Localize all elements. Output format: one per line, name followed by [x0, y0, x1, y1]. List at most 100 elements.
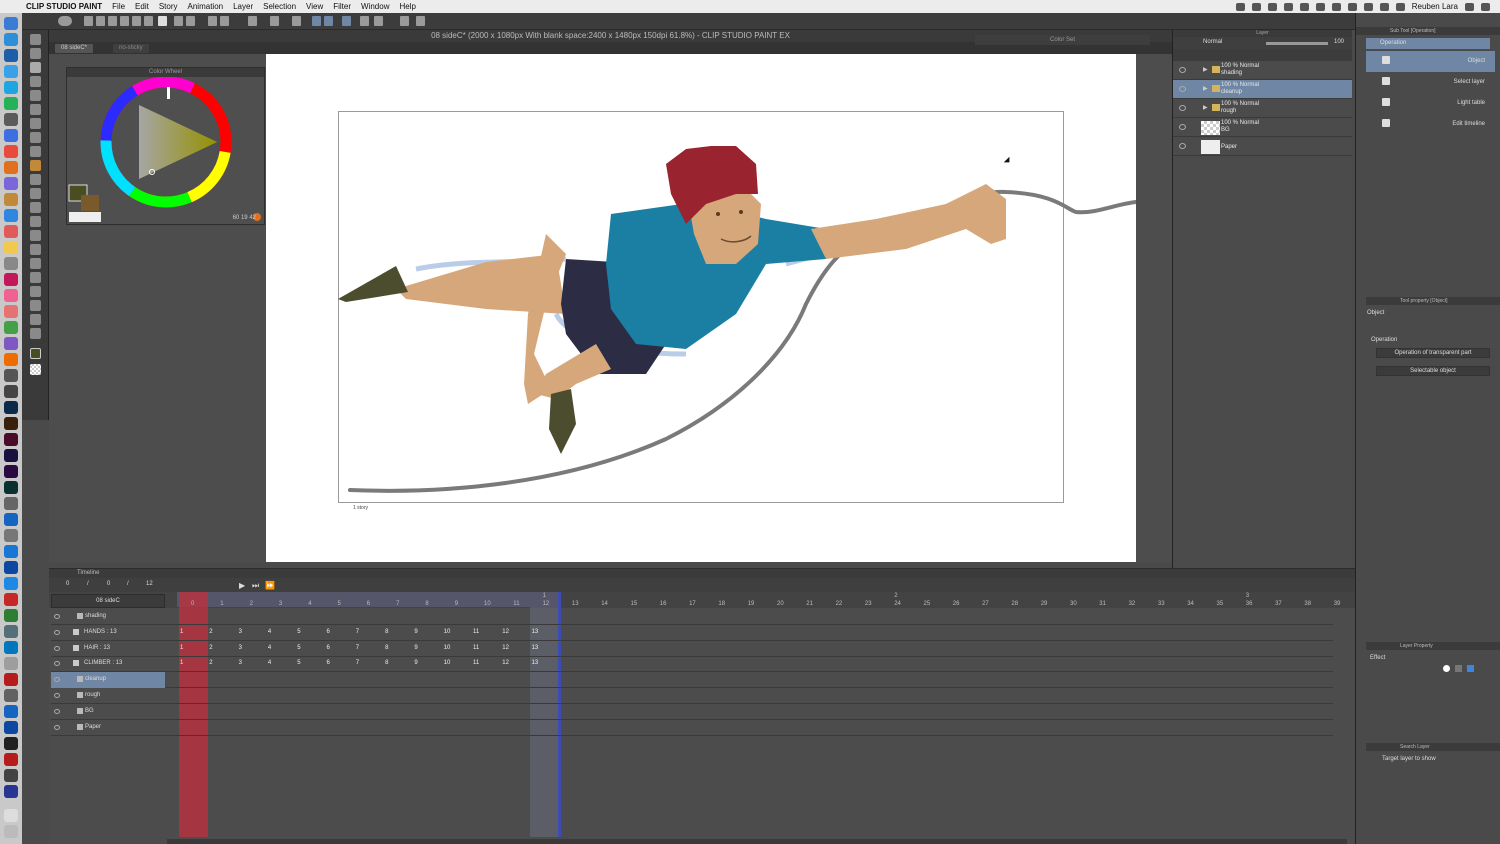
frame-number[interactable]: 7	[396, 601, 399, 607]
user-name[interactable]: Reuben Lara	[1412, 2, 1458, 11]
selectable-object-dropdown[interactable]: Selectable object	[1376, 366, 1490, 376]
pencil-icon[interactable]	[30, 146, 41, 157]
blend-mode-select[interactable]: Normal	[1203, 39, 1222, 45]
menu-window[interactable]: Window	[361, 2, 389, 11]
transform-icon[interactable]	[208, 16, 217, 26]
lasso-icon[interactable]	[30, 90, 41, 101]
frame-number[interactable]: 14	[601, 601, 608, 607]
app-icon-17[interactable]	[4, 337, 18, 350]
cell-number[interactable]: 4	[268, 660, 271, 666]
frame-number[interactable]: 35	[1217, 601, 1224, 607]
fill-bucket-icon[interactable]	[30, 230, 41, 241]
layer-row[interactable]: Paper	[1173, 137, 1352, 156]
cell-number[interactable]: 10	[444, 629, 451, 635]
cell-number[interactable]: 7	[356, 629, 359, 635]
visibility-eye-icon[interactable]	[1179, 86, 1186, 92]
layer-row[interactable]: ▶ 100 % Normal cleanup	[1173, 80, 1352, 99]
operation-icon[interactable]	[30, 62, 41, 73]
track-name-box[interactable]	[51, 609, 165, 625]
tab-no-sticky[interactable]: no-sticky	[113, 44, 149, 53]
visibility-eye-icon[interactable]	[1179, 67, 1186, 73]
frame-number[interactable]: 32	[1129, 601, 1136, 607]
frame-number[interactable]: 4	[308, 601, 311, 607]
app-icon-27[interactable]	[4, 497, 18, 510]
airplay-icon[interactable]	[1379, 2, 1389, 11]
track-cells[interactable]	[168, 672, 1333, 688]
cell-number[interactable]: 6	[327, 629, 330, 635]
app-name-menu[interactable]: CLIP STUDIO PAINT	[26, 2, 102, 11]
layer-row[interactable]: 100 % Normal BG	[1173, 118, 1352, 137]
cell-number[interactable]: 2	[209, 629, 212, 635]
last-frame-icon[interactable]: ⏩	[265, 581, 275, 590]
menu-view[interactable]: View	[306, 2, 323, 11]
text-icon[interactable]	[30, 300, 41, 311]
premiere-icon[interactable]	[4, 465, 18, 478]
app-icon-44[interactable]	[4, 769, 18, 782]
after-effects-icon[interactable]	[4, 449, 18, 462]
cell-number[interactable]: 1	[180, 660, 183, 666]
menu-help[interactable]: Help	[399, 2, 415, 11]
redo-icon[interactable]	[186, 16, 195, 26]
cell-number[interactable]: 13	[532, 660, 539, 666]
brush-icon[interactable]	[30, 160, 41, 171]
app-icon-34[interactable]	[4, 609, 18, 622]
app-icon-41[interactable]	[4, 721, 18, 734]
frame-number[interactable]: 11	[513, 601, 519, 607]
safari-icon[interactable]	[4, 49, 18, 62]
frame-number[interactable]: 3	[279, 601, 282, 607]
character-artwork[interactable]	[266, 54, 1136, 562]
frame-number[interactable]: 1	[220, 601, 223, 607]
main-color-swatch[interactable]	[30, 348, 41, 359]
frame-number[interactable]: 9	[455, 601, 458, 607]
color-set-panel[interactable]: Color Set	[975, 35, 1150, 45]
balloon-icon[interactable]	[30, 314, 41, 325]
frame-number[interactable]: 18	[718, 601, 725, 607]
app-store-icon[interactable]	[4, 33, 18, 46]
app-icon-18[interactable]	[4, 353, 18, 366]
cell-number[interactable]: 11	[473, 645, 479, 651]
figure-icon[interactable]	[30, 258, 41, 269]
opacity-slider[interactable]	[1266, 42, 1328, 45]
timeline-track-select[interactable]: 08 sideC	[51, 594, 165, 608]
eraser-icon[interactable]	[30, 202, 41, 213]
itunes-icon[interactable]	[4, 289, 18, 302]
cell-number[interactable]: 5	[297, 629, 300, 635]
cell-number[interactable]: 9	[414, 629, 417, 635]
frame-number[interactable]: 33	[1158, 601, 1165, 607]
frame-number[interactable]: 20	[777, 601, 784, 607]
timeline-track-row[interactable]: CLIMBER : 13 1 2 3 4 5 6 7 8 9 10 11 12 13	[51, 656, 1333, 673]
frame-number[interactable]: 26	[953, 601, 960, 607]
notes-icon[interactable]	[4, 241, 18, 254]
photos-icon[interactable]	[4, 273, 18, 286]
frame-number[interactable]: 22	[836, 601, 843, 607]
cell-number[interactable]: 6	[327, 645, 330, 651]
frame-number[interactable]: 37	[1275, 601, 1282, 607]
photoshop-icon[interactable]	[4, 401, 18, 414]
line-correction-icon[interactable]	[30, 328, 41, 339]
cell-number[interactable]: 8	[385, 629, 388, 635]
app-icon-7[interactable]	[4, 177, 18, 190]
cell-number[interactable]: 9	[414, 645, 417, 651]
ruler-icon[interactable]	[30, 286, 41, 297]
sub-tool-select-layer[interactable]: Select layer	[1366, 72, 1495, 93]
white-page-icon[interactable]	[158, 16, 167, 26]
undo-icon[interactable]	[174, 16, 183, 26]
track-cells[interactable]	[168, 609, 1333, 625]
frame-number[interactable]: 28	[1011, 601, 1018, 607]
visibility-eye-icon[interactable]	[1179, 105, 1186, 111]
clear-icon[interactable]	[248, 16, 257, 26]
sub-tool-object[interactable]: Object	[1366, 51, 1495, 72]
timeline-track-row[interactable]: rough	[51, 688, 1333, 704]
expand-arrow-icon[interactable]: ▶	[1203, 104, 1208, 111]
sync-icon[interactable]	[1315, 2, 1325, 11]
app-icon-33[interactable]	[4, 593, 18, 606]
frame-number[interactable]: 21	[806, 601, 813, 607]
select-all-icon[interactable]	[292, 16, 301, 26]
illustrator-icon[interactable]	[4, 417, 18, 430]
telegram-icon[interactable]	[4, 129, 18, 142]
app-icon-40[interactable]	[4, 705, 18, 718]
frame-number[interactable]: 27	[982, 601, 989, 607]
ps-icon[interactable]	[374, 16, 383, 26]
frame-number[interactable]: 25	[924, 601, 931, 607]
auto-select-icon[interactable]	[30, 104, 41, 115]
